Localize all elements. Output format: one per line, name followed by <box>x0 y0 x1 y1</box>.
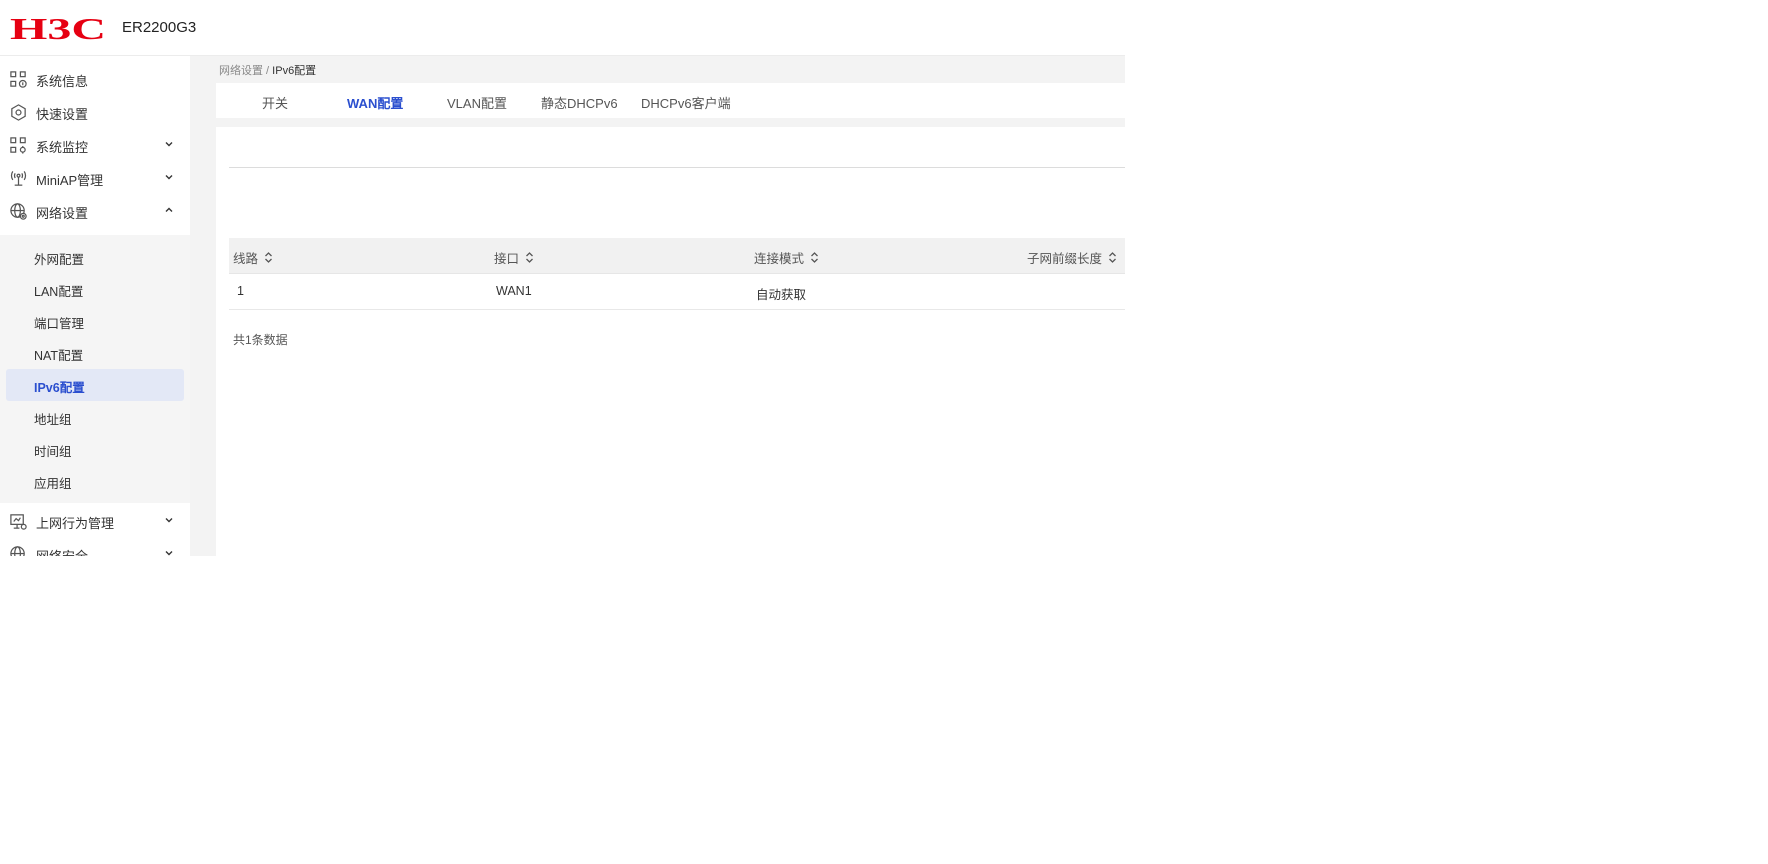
sidebar-item-network-settings[interactable]: 网络设置 <box>0 195 190 228</box>
quick-setup-icon <box>11 104 26 121</box>
sidebar: 系统信息 快速设置 系统监控 MiniAP管理 网络设置 外网配置 LAN配置 … <box>0 56 190 556</box>
submenu-item-address-group[interactable]: 地址组 <box>6 401 184 433</box>
sidebar-item-label: 系统信息 <box>36 74 89 89</box>
breadcrumb: 网络设置 / IPv6配置 <box>219 62 316 78</box>
sort-icon <box>526 252 533 263</box>
breadcrumb-separator: / <box>263 65 273 77</box>
sidebar-item-label: 系统监控 <box>36 140 89 155</box>
main-panel: 网络设置 / IPv6配置 开关 WAN配置 VLAN配置 静态DHCPv6 D… <box>198 56 1125 556</box>
table-cell-connection-mode: 自动获取 <box>756 288 807 302</box>
miniap-icon <box>10 171 27 186</box>
sidebar-divider <box>190 56 198 556</box>
column-header-prefix-length[interactable]: 子网前缀长度 <box>1027 248 1117 267</box>
system-monitor-icon <box>10 137 26 154</box>
column-header-connection-mode[interactable]: 连接模式 <box>754 248 819 267</box>
network-globe-icon <box>10 203 27 220</box>
sidebar-item-label: 网络设置 <box>36 206 89 221</box>
table-cell-interface: WAN1 <box>496 284 532 298</box>
sort-icon <box>265 252 272 263</box>
tab-switch[interactable]: 开关 <box>262 93 288 112</box>
submenu-item-lan-config[interactable]: LAN配置 <box>6 273 184 305</box>
column-header-line[interactable]: 线路 <box>233 248 273 267</box>
sidebar-item-network-security[interactable]: 网络安全 <box>0 538 190 556</box>
top-header: H3C ER2200G3 <box>0 0 1125 56</box>
submenu-item-port-management[interactable]: 端口管理 <box>6 305 184 337</box>
svg-text:H3C: H3C <box>10 14 106 42</box>
h3c-logo: H3C <box>10 14 106 42</box>
breadcrumb-parent[interactable]: 网络设置 <box>219 65 263 77</box>
submenu-item-wan-config[interactable]: 外网配置 <box>6 241 184 273</box>
tab-static-dhcpv6[interactable]: 静态DHCPv6 <box>541 93 618 112</box>
table-total-count: 共1条数据 <box>233 333 288 347</box>
tab-bar: 开关 WAN配置 VLAN配置 静态DHCPv6 DHCPv6客户端 <box>216 83 1125 118</box>
sort-icon <box>811 252 818 263</box>
device-model: ER2200G3 <box>122 19 197 36</box>
divider <box>229 167 1125 168</box>
sidebar-item-label: 网络安全 <box>36 546 88 556</box>
chevron-down-icon <box>165 142 173 147</box>
router-admin-app: H3C ER2200G3 系统信息 快速设置 系统监控 MiniAP管理 网络设… <box>0 0 1125 556</box>
sidebar-item-behavior-management[interactable]: 上网行为管理 <box>0 505 190 538</box>
tab-dhcpv6-client[interactable]: DHCPv6客户端 <box>641 93 731 112</box>
sort-icon <box>1109 252 1116 263</box>
breadcrumb-current: IPv6配置 <box>272 65 317 77</box>
submenu-item-nat-config[interactable]: NAT配置 <box>6 337 184 369</box>
sidebar-item-label: 快速设置 <box>36 107 89 122</box>
chevron-down-icon <box>165 518 173 523</box>
behavior-monitor-icon <box>10 514 27 530</box>
sidebar-item-miniap[interactable]: MiniAP管理 <box>0 162 190 195</box>
submenu-item-ipv6-config[interactable]: IPv6配置 <box>6 369 184 401</box>
chevron-up-icon <box>165 207 173 212</box>
table-cell-line: 1 <box>237 284 244 298</box>
submenu-item-time-group[interactable]: 时间组 <box>6 433 184 465</box>
sidebar-item-system-info[interactable]: 系统信息 <box>0 63 190 96</box>
sidebar-item-label: 上网行为管理 <box>36 516 115 531</box>
tab-vlan-config[interactable]: VLAN配置 <box>447 93 507 112</box>
sidebar-item-system-monitor[interactable]: 系统监控 <box>0 129 190 162</box>
security-globe-icon <box>10 546 25 556</box>
chevron-down-icon <box>165 175 173 180</box>
network-settings-submenu: 外网配置 LAN配置 端口管理 NAT配置 IPv6配置 地址组 时间组 应用组 <box>0 235 190 503</box>
submenu-item-app-group[interactable]: 应用组 <box>6 465 184 497</box>
chevron-down-icon <box>165 551 173 556</box>
table-row[interactable]: 1 WAN1 自动获取 <box>229 274 1125 310</box>
tab-wan-config[interactable]: WAN配置 <box>347 93 403 112</box>
column-header-interface[interactable]: 接口 <box>494 248 534 267</box>
content-panel: 线路 接口 连接模式 子网前缀长度 1 WAN1 自动获取 共1条数据 <box>216 127 1125 556</box>
sidebar-item-label: MiniAP管理 <box>36 173 104 188</box>
sidebar-item-quick-setup[interactable]: 快速设置 <box>0 96 190 129</box>
system-info-icon <box>10 71 27 88</box>
table-header: 线路 接口 连接模式 子网前缀长度 <box>229 238 1125 274</box>
wan-ipv6-table: 线路 接口 连接模式 子网前缀长度 1 WAN1 自动获取 <box>229 238 1125 310</box>
